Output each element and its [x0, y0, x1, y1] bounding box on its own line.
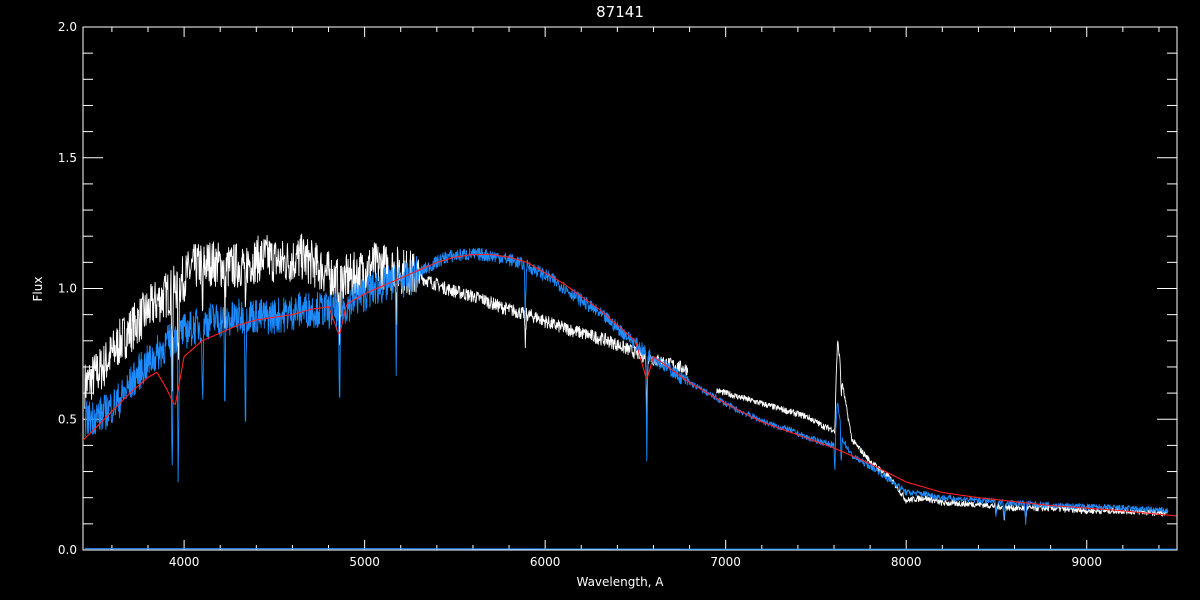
spectrum-chart: 87141 4000 5000 6000 7000 8000 9000 0.0 0.5 1.0… — [0, 0, 1200, 600]
x-tick-label: 9000 — [1071, 555, 1102, 569]
series-3-segment-0-line — [84, 548, 1177, 550]
x-tick-label: 4000 — [169, 555, 200, 569]
x-tick-label: 7000 — [710, 555, 741, 569]
y-tick-label: 0.5 — [58, 412, 77, 426]
x-tick-label: 5000 — [349, 555, 380, 569]
x-tick-label: 8000 — [891, 555, 922, 569]
chart-title: 87141 — [596, 3, 644, 21]
y-tick-label: 0.0 — [58, 543, 77, 557]
y-tick-label: 1.5 — [58, 151, 77, 165]
y-tick-label: 2.0 — [58, 20, 77, 34]
y-axis-label: Flux — [31, 277, 45, 302]
x-tick-label: 6000 — [530, 555, 561, 569]
y-tick-label: 1.0 — [58, 282, 77, 296]
x-axis-label: Wavelength, A — [576, 575, 664, 589]
